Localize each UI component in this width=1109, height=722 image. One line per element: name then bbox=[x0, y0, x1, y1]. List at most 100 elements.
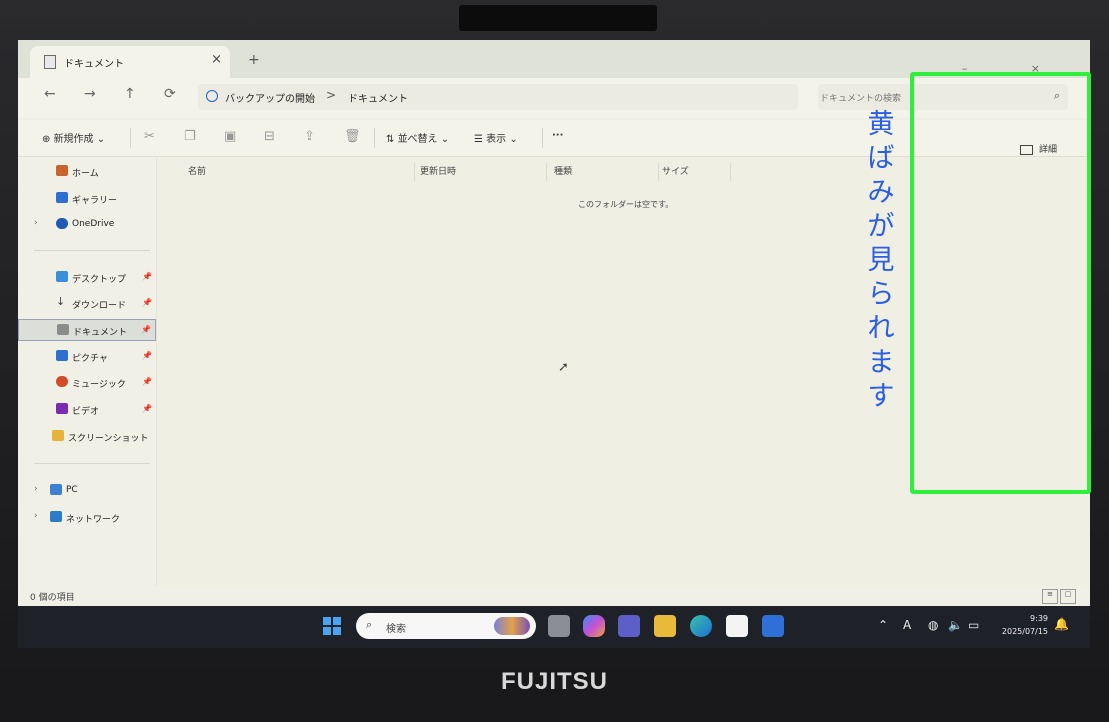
backup-icon bbox=[206, 90, 218, 102]
back-button[interactable]: ← bbox=[44, 86, 56, 102]
pin-icon[interactable]: 📌 bbox=[142, 351, 152, 360]
column-divider[interactable] bbox=[546, 163, 547, 181]
sidebar-item-pc[interactable]: › PC bbox=[18, 480, 156, 502]
sidebar-item-gallery[interactable]: ギャラリー bbox=[18, 188, 156, 210]
navigation-pane: ホーム ギャラリー › OneDrive デスクトップ 📌 ↓ ダウンロード 📌 bbox=[18, 157, 157, 597]
network-status-icon[interactable]: ◍ bbox=[928, 618, 938, 632]
annotation-char: れ bbox=[867, 313, 895, 344]
taskbar-search[interactable]: ⌕ 検索 bbox=[356, 613, 536, 639]
store-icon[interactable] bbox=[726, 615, 748, 637]
picture-icon bbox=[56, 350, 68, 361]
edge-icon[interactable] bbox=[690, 615, 712, 637]
tiles-view-icon[interactable]: ▢ bbox=[1060, 589, 1076, 604]
sidebar-item-home[interactable]: ホーム bbox=[18, 161, 156, 183]
cut-icon[interactable]: ✂ bbox=[144, 129, 155, 144]
highlight-box bbox=[910, 72, 1091, 494]
laptop-bezel: ドキュメント × + – × ← → ↑ ⟳ バックアップの開始 > ドキュメン… bbox=[0, 0, 1109, 722]
annotation-char: ま bbox=[867, 347, 895, 378]
notification-bell-icon[interactable]: 🔔 bbox=[1054, 617, 1069, 631]
document-icon bbox=[44, 55, 56, 69]
breadcrumb-separator[interactable]: > bbox=[326, 88, 336, 102]
new-tab-button[interactable]: + bbox=[248, 52, 260, 68]
sidebar-item-desktop[interactable]: デスクトップ 📌 bbox=[18, 267, 156, 289]
file-explorer-icon[interactable] bbox=[654, 615, 676, 637]
rename-icon[interactable]: ⊟ bbox=[264, 129, 275, 144]
more-button[interactable]: ··· bbox=[552, 130, 563, 141]
view-button[interactable]: ☰ 表示 ⌄ bbox=[474, 130, 518, 145]
toolbar-divider bbox=[374, 128, 375, 148]
sidebar-item-label: ギャラリー bbox=[72, 196, 118, 206]
refresh-button[interactable]: ⟳ bbox=[164, 86, 176, 102]
search-icon: ⌕ bbox=[366, 618, 373, 631]
windows-start-icon[interactable] bbox=[323, 617, 341, 635]
volume-icon[interactable]: 🔈 bbox=[948, 618, 963, 632]
tab-documents[interactable]: ドキュメント × bbox=[30, 46, 230, 78]
paste-icon[interactable]: ▣ bbox=[224, 129, 236, 144]
taskbar: ⌕ 検索 ⌃ A ◍ 🔈 ▭ 9:39 2025/07/15 🔔 bbox=[18, 606, 1090, 648]
details-view-icon[interactable]: ≡ bbox=[1042, 589, 1058, 604]
word-icon[interactable] bbox=[762, 615, 784, 637]
chevron-right-icon[interactable]: › bbox=[34, 218, 38, 228]
breadcrumb-backup[interactable]: バックアップの開始 bbox=[225, 90, 315, 105]
chevron-right-icon[interactable]: › bbox=[34, 484, 38, 494]
annotation-char: ら bbox=[867, 279, 895, 310]
sidebar-item-screenshots[interactable]: スクリーンショット bbox=[18, 426, 156, 448]
sidebar-item-pictures[interactable]: ピクチャ 📌 bbox=[18, 346, 156, 368]
tab-label: ドキュメント bbox=[64, 59, 124, 70]
sidebar-item-downloads[interactable]: ↓ ダウンロード 📌 bbox=[18, 293, 156, 315]
sort-button[interactable]: ⇅ 並べ替え ⌄ bbox=[386, 130, 449, 145]
chevron-up-icon[interactable]: ⌃ bbox=[878, 618, 888, 632]
pin-icon[interactable]: 📌 bbox=[142, 377, 152, 386]
status-bar: 0 個の項目 ≡ ▢ bbox=[18, 586, 1090, 606]
pin-icon[interactable]: 📌 bbox=[142, 298, 152, 307]
column-header-modified[interactable]: 更新日時 bbox=[420, 164, 456, 177]
up-button[interactable]: ↑ bbox=[124, 86, 136, 102]
battery-icon[interactable]: ▭ bbox=[968, 618, 979, 632]
sidebar-item-documents[interactable]: ドキュメント 📌 bbox=[18, 319, 156, 341]
empty-folder-message: このフォルダーは空です。 bbox=[578, 200, 674, 209]
column-divider[interactable] bbox=[730, 163, 731, 181]
annotation-text: 黄 ば み が 見 ら れ ま す bbox=[864, 108, 898, 414]
column-divider[interactable] bbox=[414, 163, 415, 181]
sidebar-item-label: ネットワーク bbox=[66, 515, 121, 525]
sidebar-item-label: OneDrive bbox=[72, 219, 115, 229]
column-header-type[interactable]: 種類 bbox=[554, 164, 572, 177]
pin-icon[interactable]: 📌 bbox=[142, 404, 152, 413]
breadcrumb[interactable]: バックアップの開始 > ドキュメント bbox=[198, 84, 798, 110]
sidebar-item-videos[interactable]: ビデオ 📌 bbox=[18, 399, 156, 421]
sidebar-divider bbox=[34, 463, 150, 464]
share-icon[interactable]: ⇪ bbox=[304, 129, 315, 144]
tab-close-button[interactable]: × bbox=[211, 52, 222, 67]
document-icon bbox=[57, 324, 69, 335]
sidebar-item-music[interactable]: ミュージック 📌 bbox=[18, 372, 156, 394]
sidebar-item-label: PC bbox=[66, 485, 78, 495]
sidebar-item-label: ドキュメント bbox=[73, 328, 128, 338]
copy-icon[interactable]: ❐ bbox=[184, 129, 196, 144]
delete-icon[interactable]: 🗑 bbox=[344, 129, 361, 144]
sidebar-item-label: デスクトップ bbox=[72, 275, 127, 285]
column-divider[interactable] bbox=[658, 163, 659, 181]
task-view-icon[interactable] bbox=[548, 615, 570, 637]
sidebar-item-label: ミュージック bbox=[72, 380, 126, 390]
annotation-char: み bbox=[867, 177, 895, 208]
chevron-right-icon[interactable]: › bbox=[34, 511, 38, 521]
network-icon bbox=[50, 511, 62, 522]
breadcrumb-documents[interactable]: ドキュメント bbox=[348, 90, 408, 105]
annotation-char: す bbox=[867, 381, 895, 412]
webcam-bar bbox=[459, 5, 657, 31]
pin-icon[interactable]: 📌 bbox=[141, 325, 151, 334]
pin-icon[interactable]: 📌 bbox=[142, 272, 152, 281]
copilot-icon[interactable] bbox=[583, 615, 605, 637]
system-clock[interactable]: 9:39 2025/07/15 bbox=[996, 612, 1048, 638]
forward-button[interactable]: → bbox=[84, 86, 96, 102]
clock-time: 9:39 bbox=[1030, 614, 1048, 623]
sidebar-item-onedrive[interactable]: › OneDrive bbox=[18, 214, 156, 236]
ime-indicator[interactable]: A bbox=[903, 618, 911, 632]
teams-icon[interactable] bbox=[618, 615, 640, 637]
sidebar-item-label: ホーム bbox=[72, 169, 99, 179]
annotation-char: 黄 bbox=[867, 109, 895, 140]
column-header-name[interactable]: 名前 bbox=[188, 164, 206, 177]
sidebar-item-network[interactable]: › ネットワーク bbox=[18, 507, 156, 529]
new-button[interactable]: ⊕ 新規作成 ⌄ bbox=[42, 130, 105, 145]
column-header-size[interactable]: サイズ bbox=[662, 164, 689, 177]
